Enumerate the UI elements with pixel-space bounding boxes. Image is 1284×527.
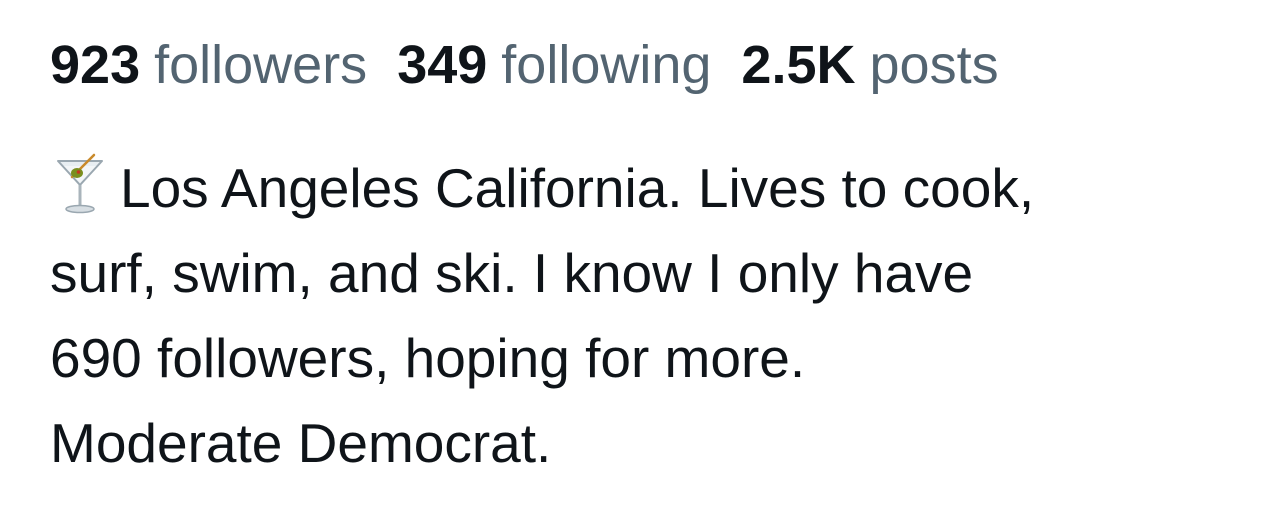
posts-link[interactable]: 2.5K posts: [741, 28, 998, 102]
bio-text-line-1: Los Angeles California. Lives to cook,: [120, 157, 1035, 219]
bio-line-2: surf, swim, and ski. I know I only have: [50, 242, 974, 304]
following-label: following: [501, 35, 712, 95]
followers-link[interactable]: 923 followers: [50, 28, 367, 102]
martini-glass-icon: [50, 153, 110, 215]
followers-count: 923: [50, 35, 141, 95]
following-link[interactable]: 349 following: [397, 28, 711, 102]
following-count: 349: [397, 35, 488, 95]
bio-line-1: Los Angeles California. Lives to cook,: [50, 146, 1230, 231]
followers-label: followers: [154, 35, 368, 95]
bio-line-3: 690 followers, hoping for more.: [50, 327, 806, 389]
bio-line-4: Moderate Democrat.: [50, 412, 552, 474]
profile-bio: Los Angeles California. Lives to cook, s…: [50, 146, 1230, 486]
profile-stats: 923 followers 349 following 2.5K posts: [50, 28, 1250, 102]
posts-count: 2.5K: [741, 35, 856, 95]
posts-label: posts: [869, 35, 999, 95]
profile-header: 923 followers 349 following 2.5K posts L…: [50, 28, 1250, 486]
